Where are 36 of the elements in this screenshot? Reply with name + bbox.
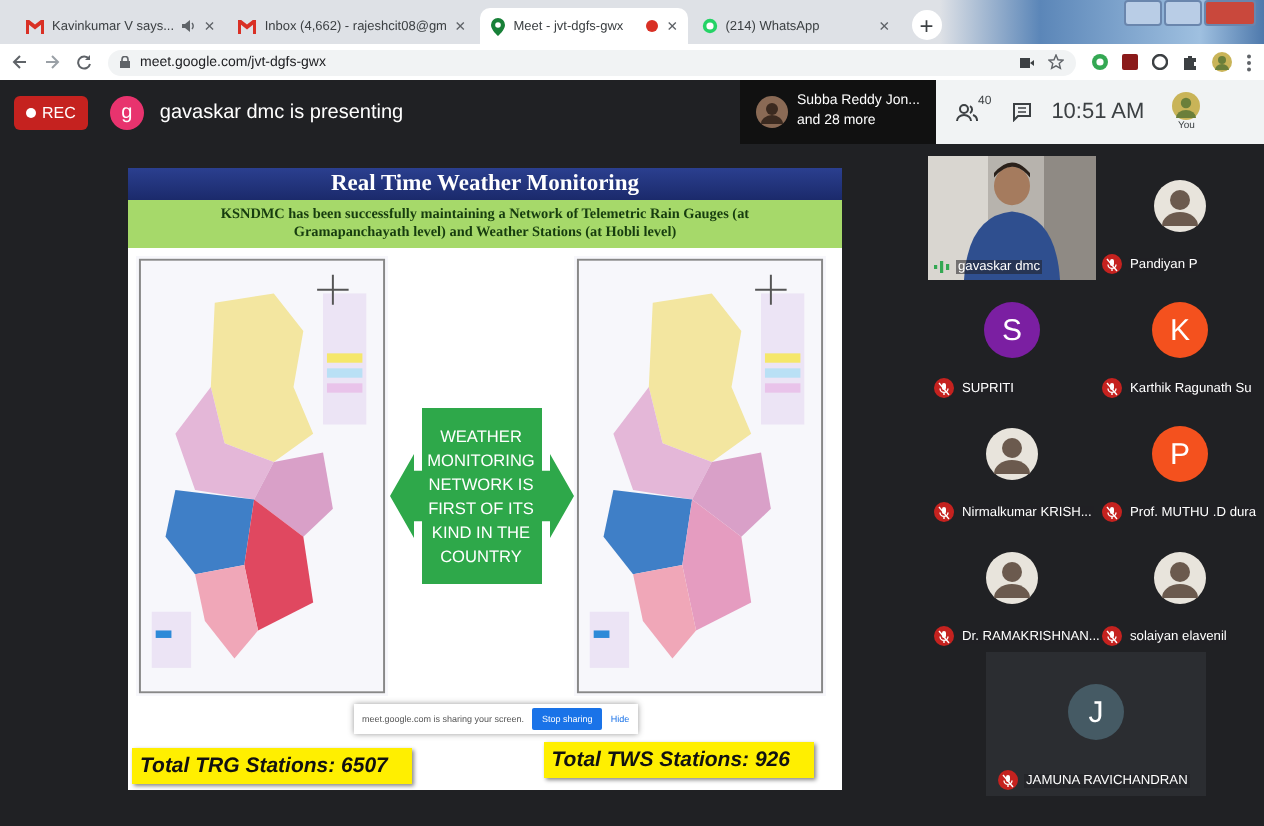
callout-banner: WEATHER MONITORING NETWORK IS FIRST OF ITS KIND IN THE COUNTRY [389, 408, 573, 584]
close-button[interactable]: × [204, 16, 215, 36]
total-label: Total TWS Stations: 926 [543, 742, 814, 778]
new-tab-button[interactable]: + [911, 10, 942, 40]
forward-icon[interactable] [44, 54, 60, 70]
close-button[interactable]: × [454, 16, 466, 36]
avatar-icon [1154, 552, 1206, 604]
presenter-avatar: g [109, 95, 144, 129]
back-icon[interactable] [12, 54, 28, 70]
menu-icon[interactable] [1246, 53, 1252, 71]
avatar-icon [1154, 180, 1206, 232]
camera-icon[interactable] [1020, 57, 1034, 67]
recording-badge: REC [14, 95, 88, 129]
avatar-icon[interactable] [1212, 52, 1232, 72]
reload-icon[interactable] [76, 54, 92, 70]
initial-avatar: P [1152, 426, 1208, 482]
initial-avatar: S [984, 302, 1040, 358]
initial-avatar: K [1152, 302, 1208, 358]
initial-avatar: J [1068, 684, 1124, 740]
close-button[interactable]: × [878, 16, 890, 36]
mail-icon [26, 19, 44, 33]
close-button[interactable]: × [666, 16, 678, 36]
avatar-icon [755, 96, 787, 128]
puzzle-icon[interactable] [1182, 54, 1198, 70]
avatar-icon [986, 428, 1038, 480]
chat-icon[interactable] [1011, 102, 1032, 122]
presenting-text: gavaskar dmc is presenting [159, 101, 404, 123]
lock-icon [120, 56, 130, 68]
slide-title: Real Time Weather Monitoring [128, 168, 842, 200]
avatar-icon[interactable] [1172, 92, 1201, 120]
avatar-icon [986, 552, 1038, 604]
location-pin-icon [489, 17, 506, 35]
mail-icon [238, 19, 257, 33]
clock-text: 10:51 AM [1051, 100, 1145, 124]
total-label: Total TRG Stations: 6507 [132, 748, 412, 784]
star-icon[interactable] [1048, 54, 1064, 70]
